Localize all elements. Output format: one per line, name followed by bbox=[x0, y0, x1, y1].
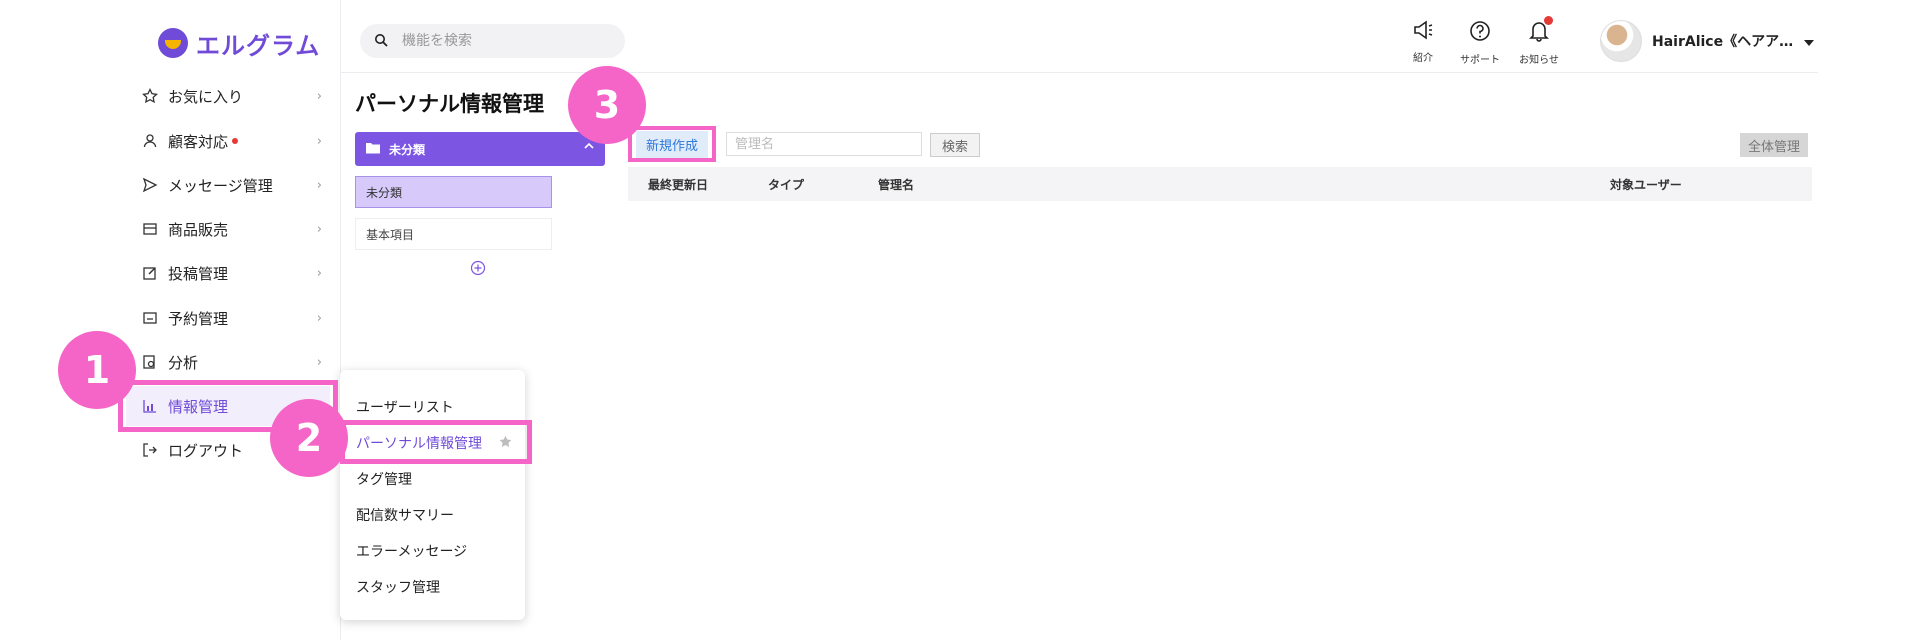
sidebar-item-customer[interactable]: 顧客対応 › bbox=[140, 121, 330, 161]
user-name: HairAlice《ヘアア… bbox=[1652, 34, 1794, 50]
management-name-input[interactable] bbox=[726, 132, 922, 156]
megaphone-icon bbox=[1412, 20, 1434, 43]
step-badge-1: 1 bbox=[58, 331, 136, 409]
sidebar-item-label: ログアウト bbox=[168, 441, 244, 460]
support-label: サポート bbox=[1460, 55, 1500, 66]
add-category-icon[interactable] bbox=[470, 260, 486, 280]
column-header-updated[interactable]: 最終更新日 bbox=[648, 176, 708, 193]
logo-mark-icon bbox=[158, 28, 188, 58]
logout-icon bbox=[140, 440, 160, 460]
notice-label: お知らせ bbox=[1519, 55, 1559, 66]
intro-label: 紹介 bbox=[1413, 53, 1433, 64]
category-header-label: 未分類 bbox=[389, 142, 426, 157]
table-header: 最終更新日 タイプ 管理名 対象ユーザー bbox=[628, 167, 1812, 201]
send-icon bbox=[140, 175, 160, 195]
sidebar-item-label: 予約管理 bbox=[168, 309, 229, 328]
sidebar-item-label: 顧客対応 bbox=[168, 132, 229, 151]
column-header-type[interactable]: タイプ bbox=[768, 176, 804, 193]
search-input[interactable] bbox=[400, 32, 614, 50]
column-header-name[interactable]: 管理名 bbox=[878, 176, 914, 193]
alert-dot bbox=[232, 138, 239, 144]
submenu-item-user-list[interactable]: ユーザーリスト bbox=[356, 392, 526, 422]
star-icon bbox=[140, 86, 160, 106]
submenu-item-error-message[interactable]: エラーメッセージ bbox=[356, 536, 526, 566]
submenu-item-staff[interactable]: スタッフ管理 bbox=[356, 572, 526, 602]
sidebar-item-analysis[interactable]: 分析 › bbox=[140, 342, 330, 382]
avatar bbox=[1600, 20, 1642, 62]
chevron-right-icon: › bbox=[316, 88, 322, 104]
submenu-item-tag[interactable]: タグ管理 bbox=[356, 464, 526, 494]
sidebar-item-posts[interactable]: 投稿管理 › bbox=[140, 253, 330, 293]
shop-icon bbox=[140, 219, 160, 239]
caret-down-icon bbox=[1803, 32, 1815, 51]
person-icon bbox=[140, 131, 160, 151]
search-button[interactable]: 検索 bbox=[930, 133, 980, 157]
new-create-label: 新規作成 bbox=[635, 130, 708, 158]
edit-icon bbox=[140, 263, 160, 283]
chevron-right-icon: › bbox=[316, 221, 322, 237]
step-badge-3: 3 bbox=[568, 66, 646, 144]
category-item-basic[interactable]: 基本項目 bbox=[355, 218, 552, 250]
analysis-icon bbox=[140, 352, 160, 372]
logo-text: エルグラム bbox=[196, 31, 321, 60]
manage-all-button[interactable]: 全体管理 bbox=[1740, 133, 1808, 157]
sidebar-item-favorites[interactable]: お気に入り › bbox=[140, 76, 330, 116]
page-title: パーソナル情報管理 bbox=[355, 92, 544, 116]
category-item-uncategorized[interactable]: 未分類 bbox=[355, 176, 552, 208]
notice-button[interactable]: お知らせ bbox=[1509, 16, 1569, 66]
new-create-button[interactable]: 新規作成 bbox=[628, 126, 716, 162]
notification-dot bbox=[1544, 16, 1553, 25]
sidebar-item-sales[interactable]: 商品販売 › bbox=[140, 209, 330, 249]
sidebar-item-label: 商品販売 bbox=[168, 220, 229, 239]
sidebar-item-label: 分析 bbox=[168, 353, 199, 372]
sidebar-item-reservation[interactable]: 予約管理 › bbox=[140, 298, 330, 338]
intro-button[interactable]: 紹介 bbox=[1393, 20, 1453, 64]
folder-icon bbox=[365, 142, 381, 157]
column-header-target-user[interactable]: 対象ユーザー bbox=[1610, 176, 1682, 193]
chevron-up-icon bbox=[583, 140, 595, 155]
chevron-right-icon: › bbox=[316, 133, 322, 149]
app-logo[interactable]: エルグラム bbox=[158, 26, 320, 60]
submenu-item-delivery-summary[interactable]: 配信数サマリー bbox=[356, 500, 526, 530]
chevron-right-icon: › bbox=[316, 310, 322, 326]
step-badge-2: 2 bbox=[270, 399, 348, 477]
category-folder-header[interactable]: 未分類 bbox=[355, 132, 605, 166]
user-menu[interactable]: HairAlice《ヘアア… bbox=[1600, 20, 1815, 62]
chevron-right-icon: › bbox=[316, 354, 322, 370]
help-icon bbox=[1469, 20, 1491, 45]
sidebar-item-messages[interactable]: メッセージ管理 › bbox=[140, 165, 330, 205]
chevron-right-icon: › bbox=[316, 265, 322, 281]
bell-icon bbox=[1529, 16, 1553, 45]
support-button[interactable]: サポート bbox=[1450, 20, 1510, 66]
highlight-box-step-2 bbox=[340, 420, 532, 464]
search-icon bbox=[374, 32, 388, 51]
sidebar-item-label: 投稿管理 bbox=[168, 264, 229, 283]
sidebar-item-label: メッセージ管理 bbox=[168, 176, 273, 195]
feature-search[interactable] bbox=[360, 24, 625, 58]
chevron-right-icon: › bbox=[316, 177, 322, 193]
calendar-icon bbox=[140, 308, 160, 328]
sidebar-item-label: お気に入り bbox=[168, 87, 244, 106]
